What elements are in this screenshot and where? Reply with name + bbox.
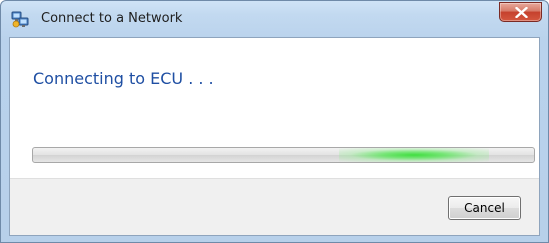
close-button[interactable]: [499, 2, 542, 22]
close-x-icon: [515, 7, 528, 18]
window-title: Connect to a Network: [41, 11, 183, 26]
connect-dialog-window: Connect to a Network Connecting to ECU .…: [0, 0, 549, 243]
dialog-footer: Cancel: [10, 178, 539, 235]
title-bar[interactable]: Connect to a Network: [1, 1, 548, 37]
progress-marquee-glow: [338, 148, 489, 162]
progress-bar: [32, 147, 535, 163]
dialog-content: Connecting to ECU . . . Cancel: [9, 37, 540, 236]
main-instruction: Connecting to ECU . . .: [33, 69, 214, 88]
cancel-button[interactable]: Cancel: [448, 196, 521, 220]
network-connect-icon: [11, 10, 29, 28]
